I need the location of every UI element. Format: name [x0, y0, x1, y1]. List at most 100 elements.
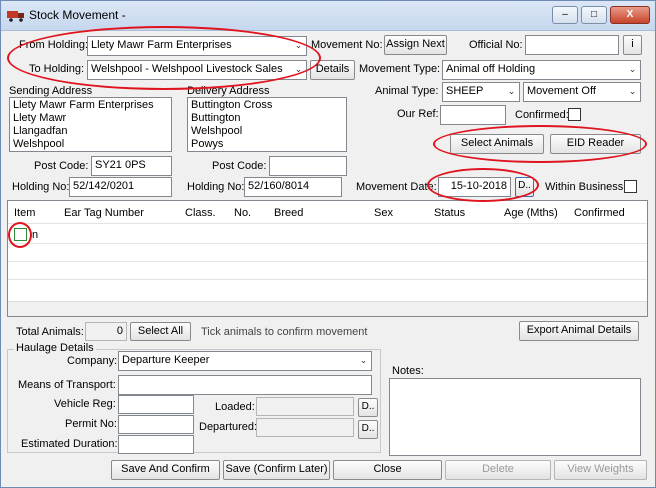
company-select[interactable]: Departure Keeper ⌄ — [118, 351, 372, 371]
estimated-duration-field[interactable] — [118, 435, 194, 454]
company-value: Departure Keeper — [122, 354, 210, 366]
animal-type-select[interactable]: SHEEP ⌄ — [442, 82, 520, 102]
sending-postcode-field[interactable]: SY21 0PS — [91, 156, 172, 176]
our-ref-label: Our Ref: — [397, 108, 439, 120]
departured-field — [256, 418, 354, 437]
sending-address-line: Llety Mawr — [13, 112, 67, 124]
info-button[interactable]: i — [623, 35, 642, 55]
delivery-postcode-field[interactable] — [269, 156, 347, 176]
highlight-ring-row-checkbox — [8, 222, 32, 248]
within-business-label: Within Business — [545, 181, 624, 193]
loaded-label: Loaded: — [215, 401, 255, 413]
delete-button[interactable]: Delete — [445, 460, 551, 480]
column-header-breed[interactable]: Breed — [274, 207, 303, 219]
delivery-address-line: Buttington Cross — [191, 99, 273, 111]
delivery-holding-field[interactable]: 52/160/8014 — [244, 177, 342, 197]
loaded-date-button[interactable]: D.. — [358, 398, 378, 417]
sending-address-line: Llangadfan — [13, 125, 68, 137]
movement-no-label: Movement No: — [311, 39, 383, 51]
movement-type-label: Movement Type: — [359, 63, 441, 75]
within-business-checkbox[interactable] — [624, 180, 637, 193]
movement-date-label: Movement Date: — [356, 181, 437, 193]
means-of-transport-label: Means of Transport: — [18, 379, 116, 391]
confirm-hint-text: Tick animals to confirm movement — [201, 326, 368, 338]
movement-type-value: Animal off Holding — [446, 63, 536, 75]
truck-icon — [7, 11, 24, 22]
animal-type-label: Animal Type: — [375, 85, 439, 97]
confirmed-label: Confirmed: — [515, 109, 569, 121]
movement-direction-value: Movement Off — [527, 85, 596, 97]
highlight-ring-movement-date — [427, 168, 539, 202]
sending-postcode-label: Post Code: — [34, 160, 89, 172]
estimated-duration-label: Estimated Duration: — [21, 438, 118, 450]
highlight-ring-holdings — [7, 26, 321, 90]
official-no-label: Official No: — [469, 39, 523, 51]
grid-row-divider — [8, 243, 647, 244]
save-and-confirm-button[interactable]: Save And Confirm — [111, 460, 220, 480]
animal-type-value: SHEEP — [446, 85, 484, 97]
view-weights-button[interactable]: View Weights — [554, 460, 647, 480]
grid-row-divider — [8, 261, 647, 262]
delivery-holding-label: Holding No: — [187, 181, 245, 193]
chevron-down-icon: ⌄ — [628, 64, 637, 74]
title-bar: Stock Movement - – □ X — [1, 1, 655, 31]
sending-address-line: Llety Mawr Farm Enterprises — [13, 99, 154, 111]
sending-holding-label: Holding No: — [12, 181, 70, 193]
our-ref-field[interactable] — [440, 105, 506, 125]
sending-address-line: Welshpool — [13, 138, 65, 150]
save-confirm-later-button[interactable]: Save (Confirm Later) — [223, 460, 330, 480]
delivery-address-line: Welshpool — [191, 125, 243, 137]
delivery-address-line: Powys — [191, 138, 224, 150]
animal-grid[interactable]: Item Ear Tag Number Class. No. Breed Sex… — [7, 200, 648, 317]
notes-label: Notes: — [392, 365, 424, 377]
movement-type-select[interactable]: Animal off Holding ⌄ — [442, 60, 641, 80]
column-header-age[interactable]: Age (Mths) — [504, 207, 558, 219]
company-label: Company: — [67, 355, 118, 367]
official-no-field[interactable] — [525, 35, 619, 55]
loaded-field — [256, 397, 354, 416]
column-header-item[interactable]: Item — [14, 207, 35, 219]
close-window-button[interactable]: X — [610, 6, 650, 24]
departured-label: Departured: — [199, 421, 258, 433]
grid-row-divider — [8, 223, 647, 224]
column-header-sex[interactable]: Sex — [374, 207, 393, 219]
sending-address-label: Sending Address — [9, 85, 93, 97]
column-header-ear-tag[interactable]: Ear Tag Number — [64, 207, 144, 219]
vehicle-reg-label: Vehicle Reg: — [54, 398, 116, 410]
column-header-class[interactable]: Class. — [185, 207, 216, 219]
stock-movement-window: Stock Movement - – □ X From Holding: Lle… — [0, 0, 656, 488]
chevron-down-icon: ⌄ — [507, 86, 516, 96]
movement-direction-select[interactable]: Movement Off ⌄ — [523, 82, 641, 102]
departured-date-button[interactable]: D.. — [358, 420, 378, 439]
close-button[interactable]: Close — [333, 460, 442, 480]
permit-no-field[interactable] — [118, 415, 194, 434]
chevron-down-icon: ⌄ — [359, 355, 368, 365]
column-header-status[interactable]: Status — [434, 207, 465, 219]
notes-field[interactable] — [389, 378, 641, 456]
column-header-confirmed[interactable]: Confirmed — [574, 207, 625, 219]
column-header-no[interactable]: No. — [234, 207, 251, 219]
haulage-group-label: Haulage Details — [14, 342, 96, 354]
means-of-transport-field[interactable] — [118, 375, 372, 395]
horizontal-scrollbar[interactable] — [8, 301, 647, 316]
highlight-ring-select-buttons — [433, 125, 647, 163]
export-animal-details-button[interactable]: Export Animal Details — [519, 321, 639, 341]
chevron-down-icon: ⌄ — [628, 86, 637, 96]
grid-row-divider — [8, 279, 647, 280]
sending-address-field[interactable]: Llety Mawr Farm Enterprises Llety Mawr L… — [9, 97, 172, 152]
sending-holding-field[interactable]: 52/142/0201 — [69, 177, 172, 197]
permit-no-label: Permit No: — [65, 418, 117, 430]
vehicle-reg-field[interactable] — [118, 395, 194, 414]
window-title: Stock Movement - — [29, 8, 126, 22]
row-item-text: n — [32, 229, 39, 241]
delivery-postcode-label: Post Code: — [212, 160, 267, 172]
maximize-button[interactable]: □ — [581, 6, 607, 24]
total-animals-label: Total Animals: — [16, 326, 84, 338]
total-animals-field: 0 — [85, 322, 127, 341]
assign-next-button[interactable]: Assign Next — [384, 35, 447, 55]
select-all-button[interactable]: Select All — [130, 322, 191, 341]
confirmed-checkbox[interactable] — [568, 108, 581, 121]
delivery-address-line: Buttington — [191, 112, 241, 124]
delivery-address-field[interactable]: Buttington Cross Buttington Welshpool Po… — [187, 97, 347, 152]
minimize-button[interactable]: – — [552, 6, 578, 24]
